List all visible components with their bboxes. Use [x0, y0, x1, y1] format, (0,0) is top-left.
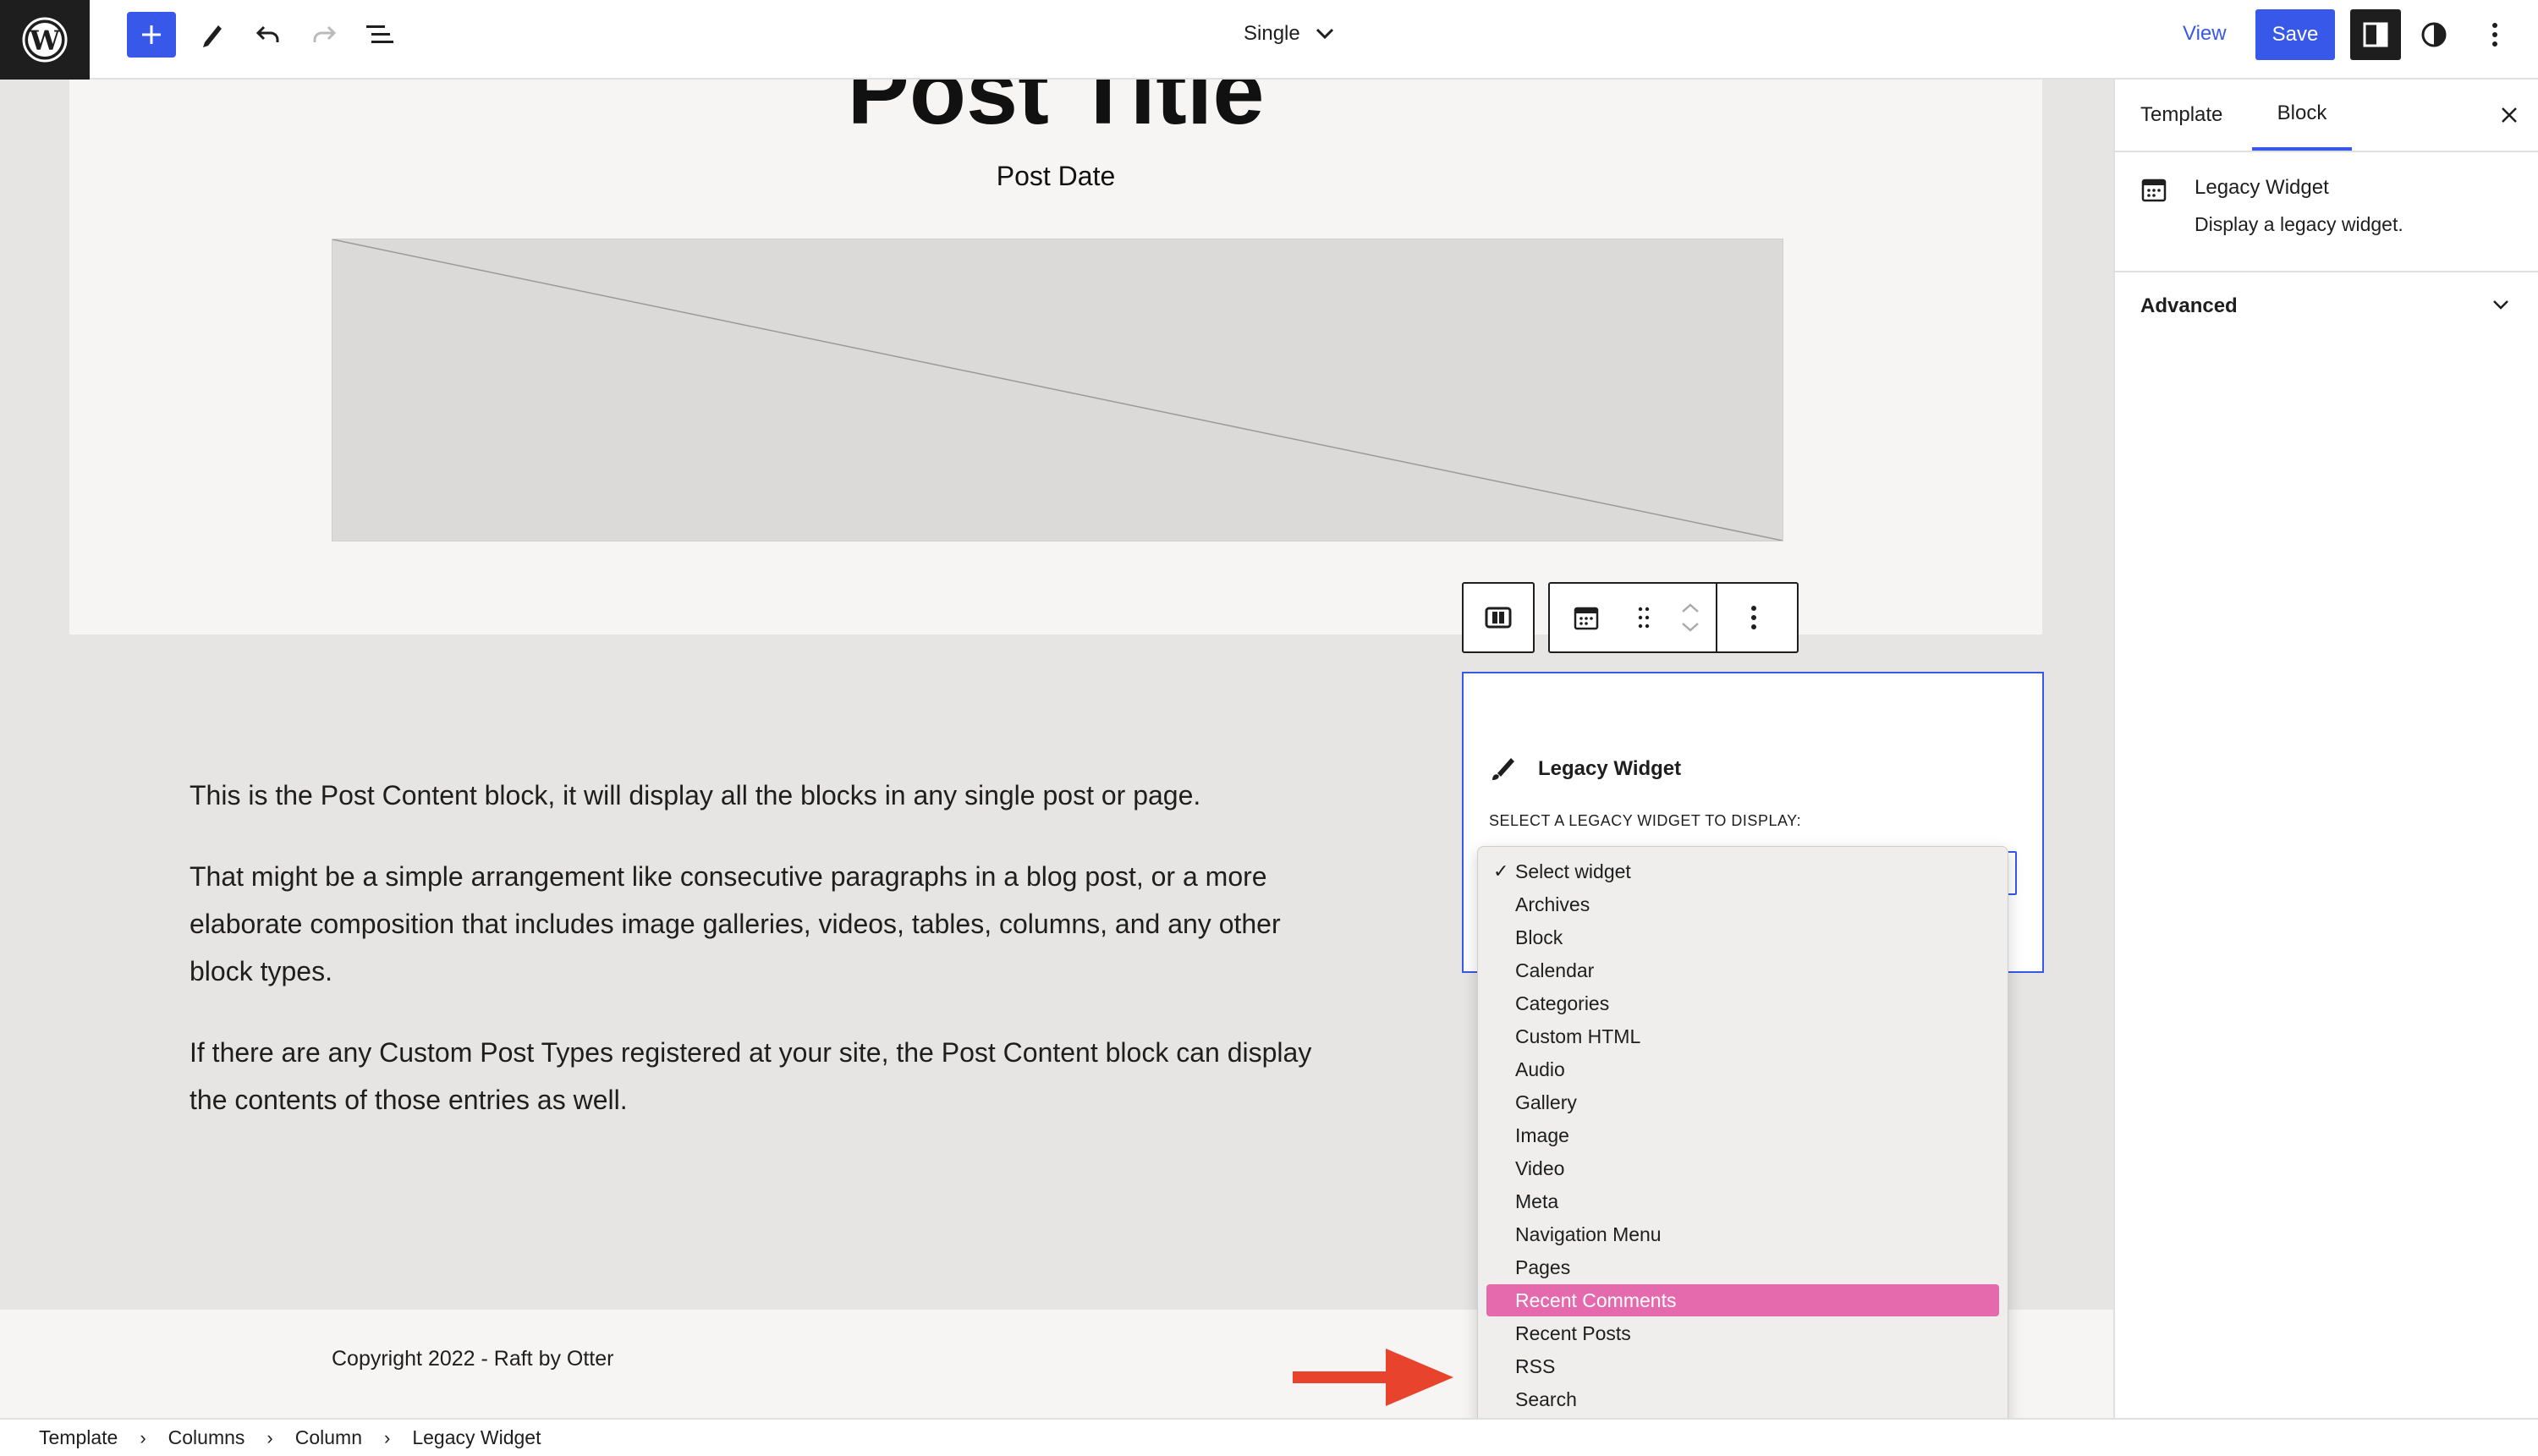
featured-image-placeholder[interactable] [332, 239, 1783, 541]
block-card: Legacy Widget Display a legacy widget. [2115, 152, 2538, 272]
document-title-dropdown[interactable]: Single [1244, 17, 1334, 51]
widget-option-calendar[interactable]: Calendar [1486, 954, 1999, 986]
svg-text:W: W [29, 25, 61, 57]
tab-template[interactable]: Template [2140, 103, 2222, 127]
styles-button[interactable] [2411, 12, 2457, 58]
more-vertical-icon [2492, 23, 2497, 47]
columns-icon [1485, 607, 1512, 629]
list-view-icon [366, 25, 393, 43]
view-button[interactable]: View [2183, 19, 2227, 49]
close-sidebar-button[interactable] [2492, 98, 2526, 132]
move-buttons[interactable] [1665, 603, 1716, 632]
widget-select-dropdown[interactable]: ✓ Select widget Archives Block Calendar C… [1477, 846, 2008, 1448]
legacy-widget-title: Legacy Widget [1538, 757, 1682, 780]
widget-option-video[interactable]: Video [1486, 1152, 1999, 1184]
advanced-panel-title: Advanced [2140, 294, 2238, 317]
copyright-text[interactable]: Copyright 2022 - Raft by Otter [332, 1347, 613, 1371]
widget-option-audio[interactable]: Audio [1486, 1053, 1999, 1085]
widget-option-select-widget[interactable]: ✓ Select widget [1486, 855, 1999, 887]
legacy-widget-heading: Legacy Widget [1489, 755, 1681, 783]
block-card-description: Display a legacy widget. [2195, 213, 2403, 235]
post-title[interactable]: Post Title [69, 80, 2042, 139]
brush-icon [1492, 758, 1514, 780]
chevron-down-icon[interactable] [1681, 622, 1700, 632]
undo-icon [255, 25, 279, 42]
widget-option-categories[interactable]: Categories [1486, 987, 1999, 1019]
red-arrow-icon [1293, 1349, 1453, 1406]
chevron-up-icon[interactable] [1681, 603, 1700, 613]
widget-option-pages[interactable]: Pages [1486, 1251, 1999, 1283]
breadcrumb-item-template[interactable]: Template [39, 1426, 118, 1449]
tools-button[interactable] [190, 12, 235, 58]
block-breadcrumb: Template › Columns › Column › Legacy Wid… [0, 1418, 2538, 1456]
widget-option-custom-html[interactable]: Custom HTML [1486, 1020, 1999, 1052]
post-content-paragraph: If there are any Custom Post Types regis… [190, 1037, 1312, 1115]
options-button[interactable] [2472, 12, 2518, 58]
select-parent-button[interactable] [1462, 582, 1535, 653]
widget-option-block[interactable]: Block [1486, 921, 1999, 953]
drag-handle-icon [1638, 607, 1650, 629]
breadcrumb-item-columns[interactable]: Columns [168, 1426, 245, 1449]
post-header-group: Post Title Post Date [69, 80, 2042, 635]
calendar-icon [1574, 607, 1599, 630]
widget-option-navigation-menu[interactable]: Navigation Menu [1486, 1218, 1999, 1250]
widget-option-rss[interactable]: RSS [1486, 1350, 1999, 1382]
widget-option-search[interactable]: Search [1486, 1383, 1999, 1415]
post-content-block[interactable]: This is the Post Content block, it will … [190, 772, 1323, 1157]
breadcrumb-item-legacy-widget: Legacy Widget [412, 1426, 541, 1448]
block-options-button[interactable] [1717, 605, 1790, 630]
document-overview-button[interactable] [357, 12, 403, 58]
widget-select-label: SELECT A LEGACY WIDGET TO DISPLAY: [1489, 812, 1802, 829]
widget-option-recent-posts[interactable]: Recent Posts [1486, 1317, 1999, 1349]
more-vertical-icon [1751, 606, 1756, 629]
block-card-title: Legacy Widget [2195, 176, 2329, 199]
advanced-panel-toggle[interactable]: Advanced [2115, 271, 2538, 347]
calendar-icon [2141, 179, 2167, 202]
widget-option-image[interactable]: Image [1486, 1119, 1999, 1151]
chevron-down-icon [2493, 300, 2508, 310]
widget-option-meta[interactable]: Meta [1486, 1185, 1999, 1217]
breadcrumb-item-column[interactable]: Column [295, 1426, 362, 1449]
redo-icon [313, 25, 337, 42]
editor-top-bar: W Single View Save [0, 0, 2538, 80]
block-type-button[interactable] [1550, 604, 1623, 631]
post-content-paragraph: That might be a simple arrangement like … [190, 861, 1281, 986]
widget-option-recent-comments[interactable]: Recent Comments [1486, 1284, 1999, 1316]
post-date[interactable]: Post Date [69, 161, 2042, 192]
close-icon [2502, 107, 2517, 123]
save-button[interactable]: Save [2255, 9, 2335, 60]
post-content-paragraph: This is the Post Content block, it will … [190, 780, 1201, 810]
drag-handle[interactable] [1623, 606, 1665, 629]
tab-block[interactable]: Block [2252, 80, 2352, 151]
pencil-icon [203, 25, 222, 47]
document-title: Single [1244, 22, 1300, 45]
half-circle-icon [2421, 22, 2447, 47]
chevron-right-icon: › [384, 1426, 391, 1448]
settings-sidebar: Template Block Legacy Widget Display a l… [2113, 80, 2538, 1418]
plus-icon [142, 25, 161, 44]
redo-button[interactable] [301, 12, 347, 58]
sidebar-panel-icon [2363, 22, 2388, 47]
check-icon: ✓ [1493, 860, 1509, 882]
settings-toggle-button[interactable] [2350, 9, 2401, 60]
undo-button[interactable] [245, 12, 291, 58]
chevron-right-icon: › [266, 1426, 273, 1448]
widget-option-gallery[interactable]: Gallery [1486, 1086, 1999, 1118]
wordpress-logo-icon[interactable]: W [0, 0, 90, 80]
add-block-button[interactable] [127, 12, 176, 58]
chevron-down-icon [1316, 28, 1333, 40]
block-tools-group [1548, 582, 1799, 653]
chevron-right-icon: › [140, 1426, 146, 1448]
widget-option-archives[interactable]: Archives [1486, 888, 1999, 920]
